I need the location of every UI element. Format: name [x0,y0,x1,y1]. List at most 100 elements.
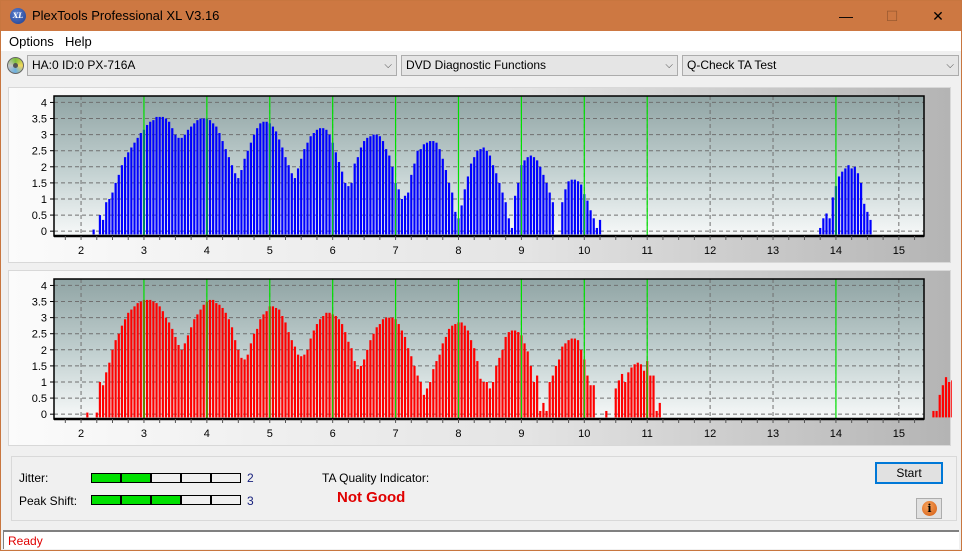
bar [117,333,120,418]
x-tick-label: 4 [204,428,210,440]
bar [334,152,337,235]
bar [416,150,419,235]
meter-segment [121,473,151,483]
bar [425,142,429,235]
bar [400,330,403,418]
bar [517,332,520,418]
plextools-logo-icon: XL [10,8,26,24]
bar [363,359,366,418]
chevron-down-icon: ⌵ [384,60,392,71]
start-button[interactable]: Start [875,462,943,484]
bar [495,365,498,418]
drive-select[interactable]: HA:0 ID:0 PX-716A ⌵ [27,55,397,76]
bar [212,123,215,235]
bar [586,375,589,418]
bar [523,160,526,235]
bar [252,134,256,235]
x-tick-label: 8 [455,428,461,440]
bar [482,147,485,235]
bar [240,357,243,418]
bar [454,211,457,235]
bar [825,213,828,235]
bar [221,307,224,418]
bar [356,157,359,235]
bar [536,375,539,418]
disc-drive-icon [7,57,24,74]
bar [127,152,130,235]
bar [168,322,171,418]
bar [164,317,168,418]
bar [441,343,444,418]
bar [598,219,602,235]
bar [293,346,297,418]
bar [658,402,661,418]
bar [315,129,319,235]
bar [482,381,485,418]
bar [202,304,205,418]
meter-segment [181,495,211,505]
y-tick-label: 2.5 [32,329,47,341]
bar [473,157,476,235]
ta-chart-inner: 0 0.5 1 1.5 2 2.5 3 3.5 4 2 3 4 5 6 7 8 9 10 11 12 13 14 15 [32,95,925,257]
function-select[interactable]: DVD Diagnostic Functions ⌵ [401,55,678,76]
test-select[interactable]: Q-Check TA Test ⌵ [682,55,959,76]
bar [476,150,479,235]
x-tick-label: 11 [641,428,652,440]
y-tick-label: 2 [41,162,47,174]
meter-segment [211,473,241,483]
bar [548,381,551,418]
bar [158,116,161,235]
bar [350,348,353,418]
bar [174,134,177,235]
bar [564,189,567,235]
bar [529,155,532,235]
bar [526,157,529,235]
bar [168,121,171,235]
bar [186,335,190,418]
bar [429,141,432,235]
bar [152,301,155,418]
bar [561,202,564,235]
bar [545,182,548,235]
bar [123,157,127,235]
bar [514,195,517,235]
menu-options[interactable]: Options [9,34,54,49]
bar [485,381,488,418]
menu-help[interactable]: Help [65,34,92,49]
bar [303,354,306,418]
bar [174,336,177,418]
ta-quality-label: TA Quality Indicator: [322,471,430,485]
bar [605,410,608,418]
bar [819,227,822,235]
bar [488,388,492,418]
bar [655,410,658,418]
bar [416,375,419,418]
bar [863,203,866,235]
close-button[interactable]: ✕ [915,1,961,31]
bar [400,198,403,235]
minimize-button[interactable]: — [823,1,869,31]
bar [146,124,149,235]
bar [403,336,407,418]
bar [183,134,186,235]
bar [202,118,205,235]
chevron-down-icon: ⌵ [946,60,954,71]
maximize-button[interactable]: ☐ [869,1,915,31]
bar [303,149,306,235]
bar [844,168,847,235]
bar [196,314,199,418]
bar [576,340,580,418]
bar [183,343,186,418]
bar [488,155,492,235]
bar [944,377,948,418]
bar [375,134,378,235]
bar [397,189,400,235]
bar [501,192,504,235]
x-tick-label: 12 [704,428,716,440]
info-button[interactable]: i [916,498,942,519]
bar [98,381,102,418]
bar [378,324,381,418]
x-tick-label: 10 [578,428,590,440]
bar [293,178,297,235]
bar [256,128,259,235]
